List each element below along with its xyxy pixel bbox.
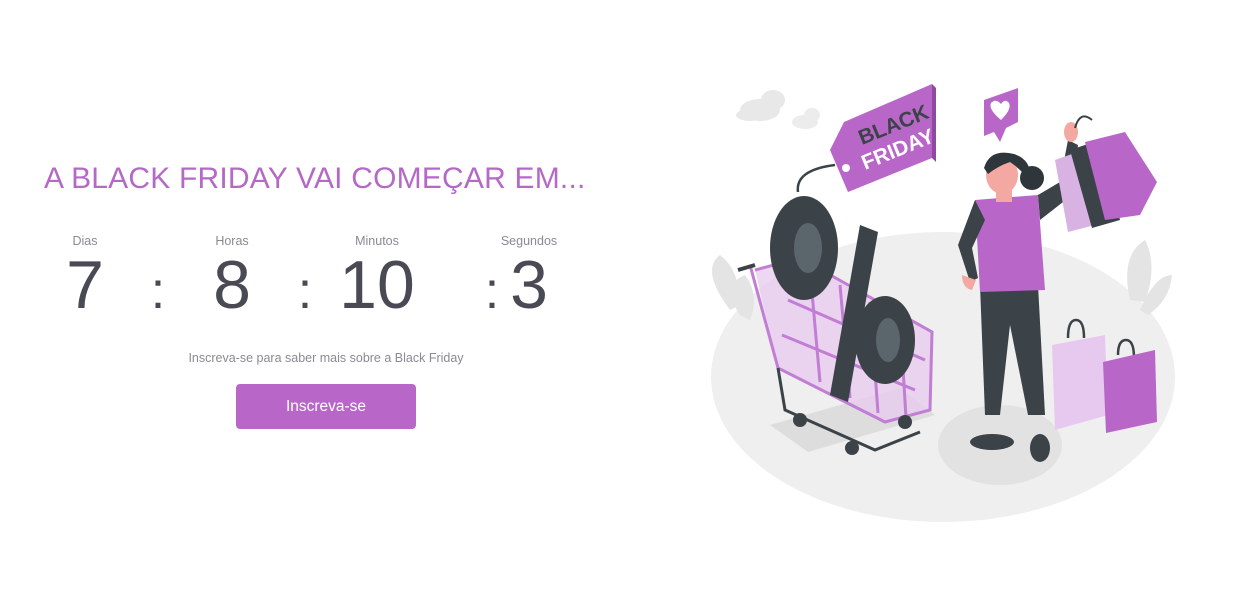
- minutes-value: 10: [339, 247, 415, 323]
- seconds-label: Segundos: [500, 234, 558, 248]
- minutes-label: Minutos: [355, 234, 399, 248]
- plant-icon: [712, 255, 754, 320]
- subscribe-button[interactable]: Inscreva-se: [236, 384, 416, 429]
- countdown-hours: Horas 8: [182, 234, 282, 320]
- hours-value: 8: [213, 247, 251, 323]
- cloud-icon: [736, 90, 785, 121]
- countdown-minutes: Minutos 10: [327, 234, 427, 320]
- seconds-value: 3: [510, 247, 548, 323]
- separator: :: [150, 262, 166, 320]
- days-value: 7: [66, 247, 104, 323]
- days-label: Dias: [72, 234, 98, 248]
- black-friday-shopping-illustration: BLACK FRIDAY: [711, 84, 1175, 522]
- countdown-days: Dias 7: [35, 234, 135, 320]
- countdown-section: A BLACK FRIDAY VAI COMEÇAR EM... Dias 7 …: [0, 0, 620, 593]
- hours-label: Horas: [215, 234, 249, 248]
- cloud-icon: [792, 108, 820, 129]
- page-title: A BLACK FRIDAY VAI COMEÇAR EM...: [44, 162, 586, 195]
- separator: :: [297, 262, 313, 320]
- heart-bubble-icon: [984, 88, 1018, 142]
- black-friday-tag: BLACK FRIDAY: [796, 84, 938, 193]
- countdown-timer: Dias 7 : Horas 8 : Minutos 10 : Segundos…: [50, 234, 610, 334]
- countdown-seconds: Segundos 3: [479, 234, 579, 320]
- subscribe-description: Inscreva-se para saber mais sobre a Blac…: [188, 351, 464, 365]
